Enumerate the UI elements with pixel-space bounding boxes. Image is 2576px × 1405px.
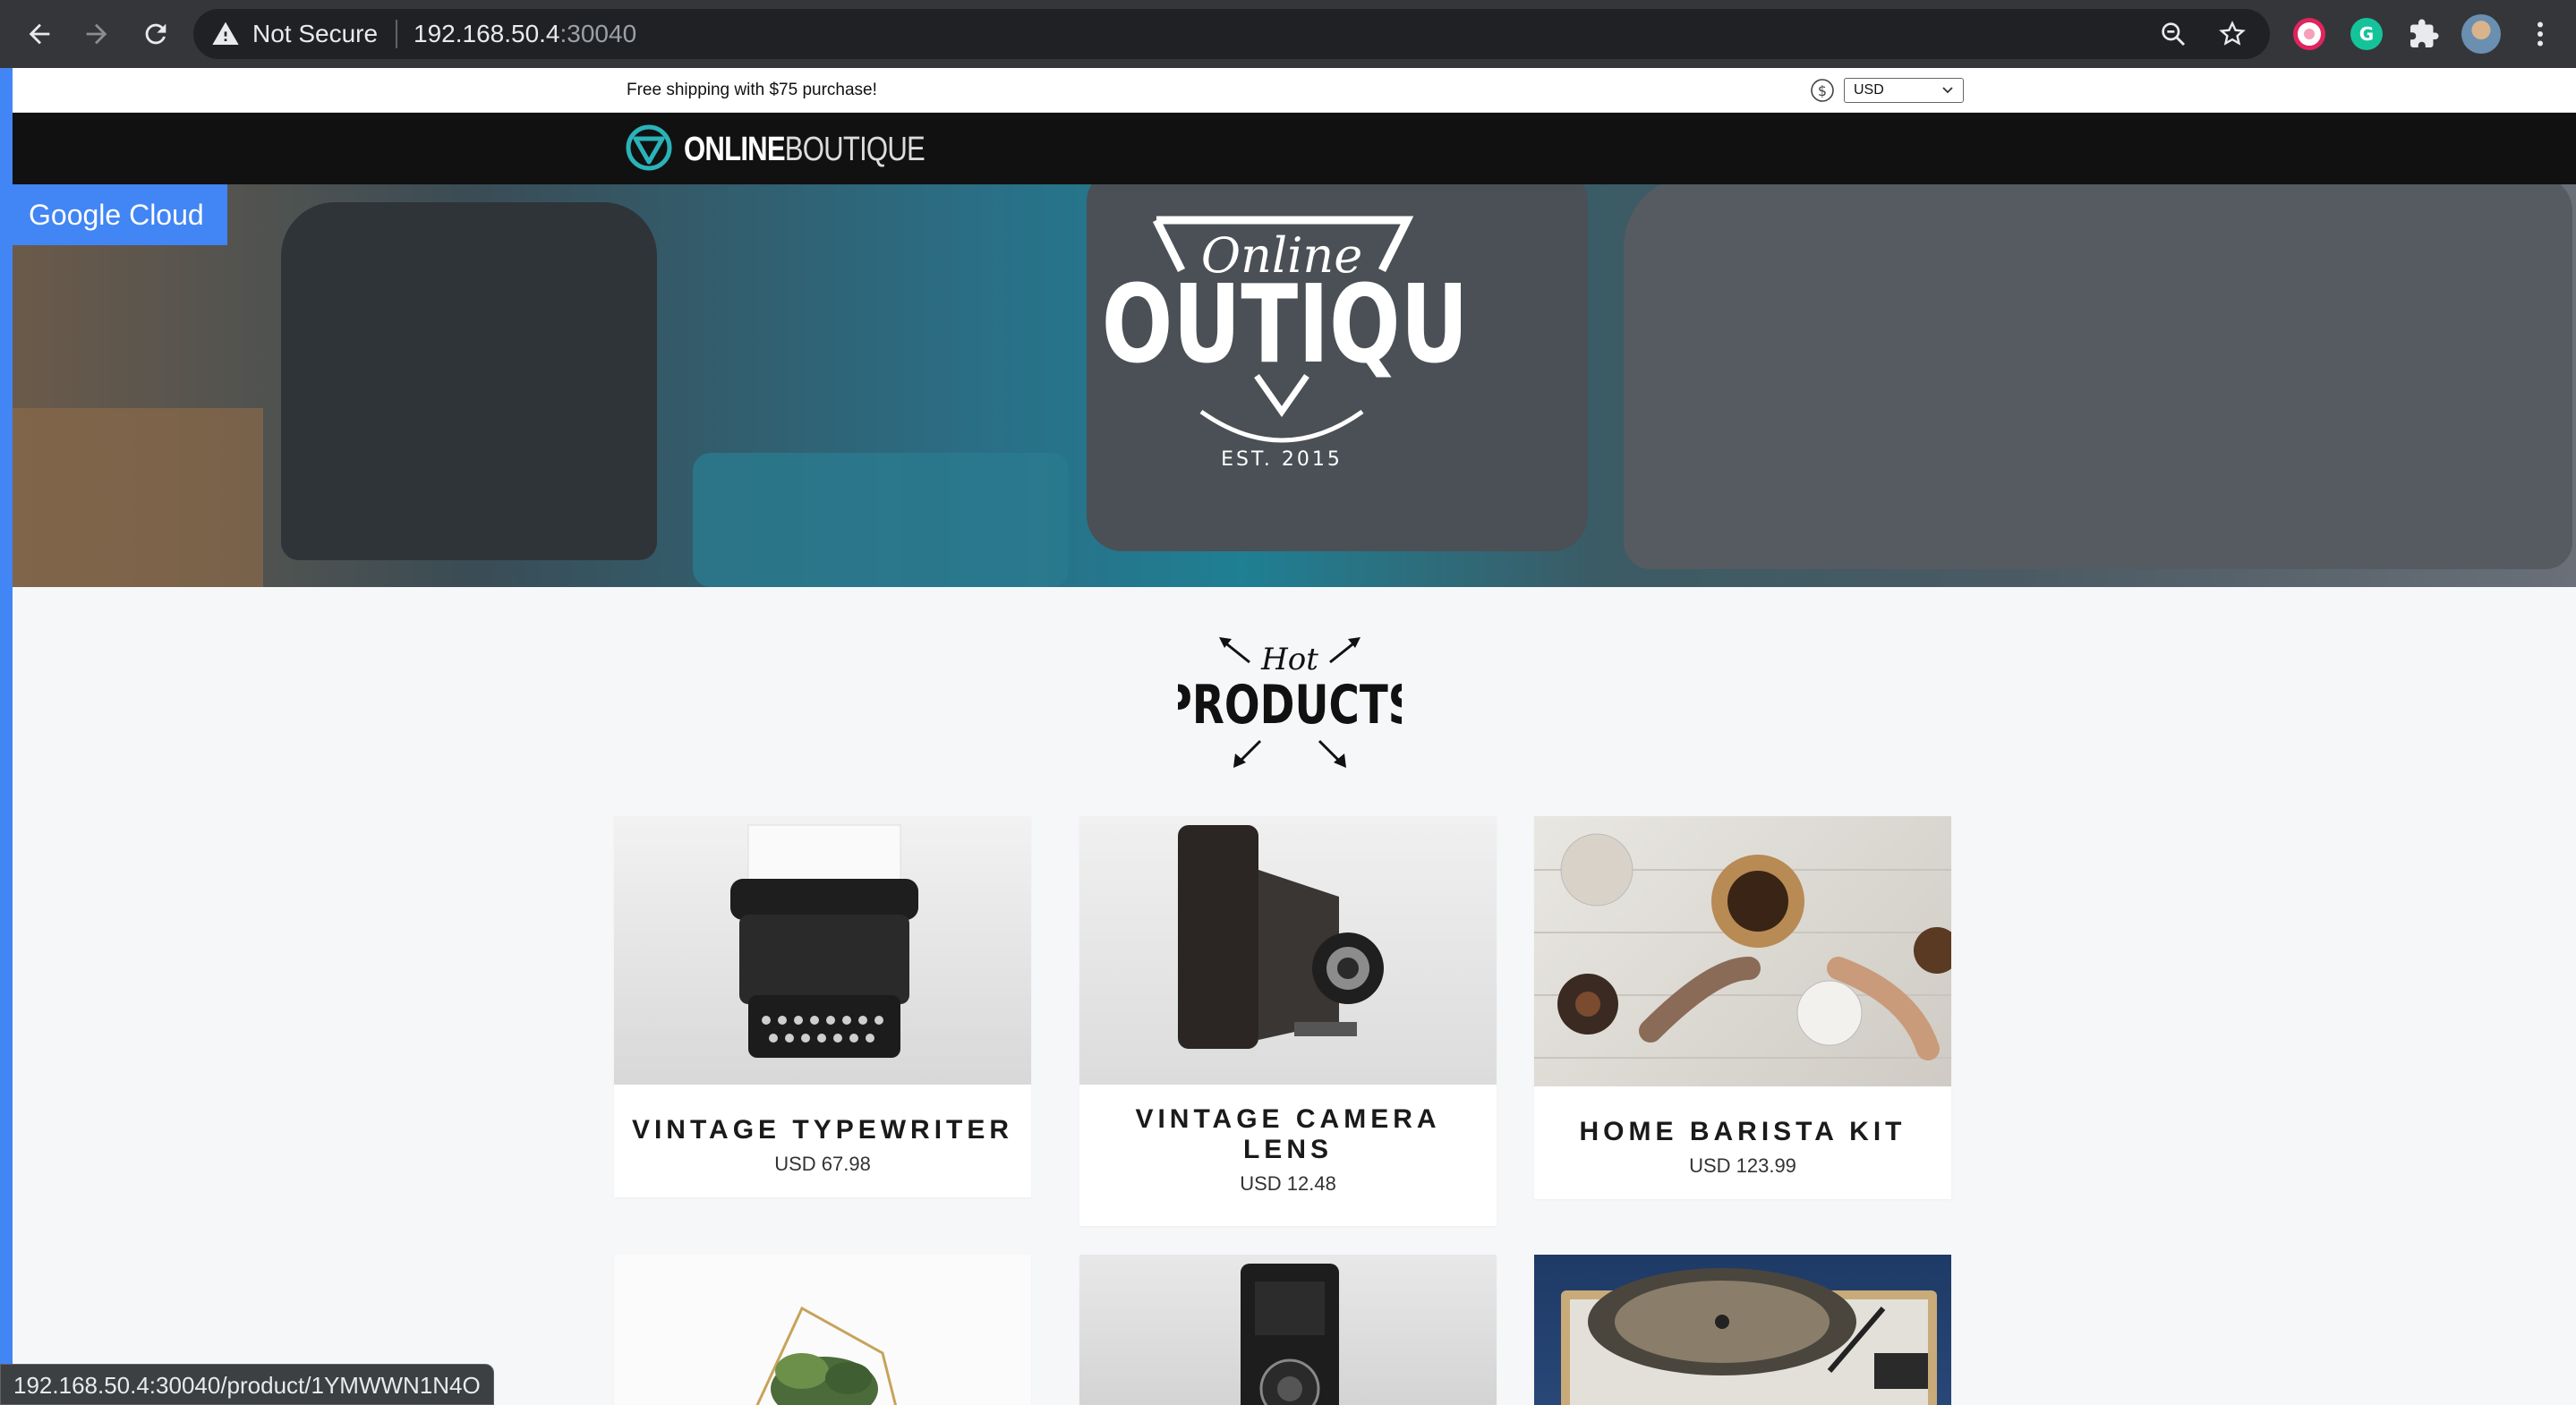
browser-toolbar: Not Secure 192.168.50.4:30040 G	[0, 0, 2576, 68]
hot-products-heading: Hot PRODUCTS	[1178, 637, 1402, 768]
product-card[interactable]: HOME BARISTA KIT USD 123.99	[1534, 816, 1951, 1199]
record-player-image	[1561, 1268, 1937, 1405]
product-image-camera[interactable]	[1079, 816, 1497, 1085]
currency-select[interactable]: USD	[1844, 78, 1964, 103]
product-name[interactable]: VINTAGE TYPEWRITER	[614, 1115, 1031, 1145]
chevron-down-icon	[1942, 87, 1953, 94]
product-price: USD 67.98	[774, 1153, 871, 1175]
grammarly-icon[interactable]: G	[2350, 18, 2383, 50]
product-price: USD 123.99	[1689, 1154, 1796, 1177]
logo-text-light: BOUTIQUE	[784, 131, 925, 168]
terrarium-image	[755, 1306, 898, 1405]
hero-logo-main: BOUTIQUE	[1103, 263, 1461, 387]
zoom-icon[interactable]	[2159, 20, 2188, 48]
dollar-circle-icon: $	[1811, 79, 1834, 102]
url-port: :30040	[559, 20, 637, 47]
product-image-barista-kit[interactable]	[1534, 816, 1951, 1086]
hero-logo-est: EST. 2015	[1221, 448, 1343, 469]
site-header: ONLINEBOUTIQUE	[13, 113, 2576, 184]
product-price: USD 12.48	[1240, 1172, 1336, 1195]
hero-bg-shape	[13, 408, 263, 587]
address-bar[interactable]: Not Secure 192.168.50.4:30040	[193, 9, 2270, 59]
product-image-film-camera[interactable]	[1079, 1255, 1497, 1405]
security-indicator[interactable]: Not Secure	[252, 20, 378, 48]
hero-bg-shape	[693, 453, 1069, 587]
hero-boutique-logo: Online BOUTIQUE EST. 2015	[1103, 216, 1461, 469]
product-name-line1[interactable]: VINTAGE CAMERA	[1079, 1104, 1497, 1135]
products-main-text: PRODUCTS	[1178, 673, 1402, 736]
hot-script-text: Hot	[1260, 642, 1318, 677]
warning-icon	[212, 21, 239, 45]
camera-image	[1178, 825, 1384, 1049]
hero-bg-shape	[281, 202, 657, 560]
shipping-banner-text: Free shipping with $75 purchase!	[627, 81, 877, 99]
left-accent-bar	[0, 68, 13, 1405]
link-status-bubble: 192.168.50.4:30040/product/1YMWWN1N4O	[0, 1364, 494, 1405]
product-image-terrarium[interactable]	[614, 1255, 1031, 1405]
profile-avatar[interactable]	[2461, 14, 2501, 54]
product-card[interactable]: VINTAGE CAMERA LENS USD 12.48	[1079, 816, 1497, 1226]
barista-kit-image	[1534, 833, 1951, 1060]
promo-bar: Free shipping with $75 purchase! $ USD	[13, 68, 2576, 113]
product-name[interactable]: HOME BARISTA KIT	[1534, 1117, 1951, 1147]
svg-text:$: $	[1818, 82, 1827, 99]
product-card[interactable]	[1534, 1255, 1951, 1405]
page-viewport: Free shipping with $75 purchase! $ USD O…	[0, 68, 2576, 1405]
url-text[interactable]: 192.168.50.4:30040	[414, 20, 636, 48]
hero-bg-shape	[1624, 184, 2572, 569]
extension-red-icon[interactable]	[2293, 18, 2325, 50]
product-card[interactable]	[1079, 1255, 1497, 1405]
extensions-puzzle-icon[interactable]	[2408, 18, 2440, 50]
url-host: 192.168.50.4	[414, 20, 560, 47]
omnibox-divider	[396, 20, 397, 48]
forward-button[interactable]	[75, 13, 118, 55]
more-vert-icon[interactable]	[2524, 18, 2556, 50]
film-camera-image	[1241, 1264, 1339, 1405]
reload-button[interactable]	[134, 13, 177, 55]
product-card[interactable]: VINTAGE TYPEWRITER USD 67.98	[614, 816, 1031, 1197]
arrow-left-icon	[29, 23, 50, 45]
product-card[interactable]	[614, 1255, 1031, 1405]
typewriter-image	[730, 824, 918, 1058]
product-image-typewriter[interactable]	[614, 816, 1031, 1085]
logo-text-bold: ONLINE	[684, 131, 786, 168]
product-image-record-player[interactable]	[1534, 1255, 1951, 1405]
reload-icon	[145, 23, 166, 45]
arrow-right-icon	[86, 23, 107, 45]
back-button[interactable]	[18, 13, 61, 55]
product-name-line2[interactable]: LENS	[1079, 1135, 1497, 1165]
site-logo-text[interactable]: ONLINEBOUTIQUE	[684, 131, 925, 168]
currency-selected-value: USD	[1854, 82, 1884, 98]
google-cloud-badge[interactable]: Google Cloud	[13, 184, 227, 245]
bookmark-star-icon[interactable]	[2218, 20, 2247, 48]
boutique-logo-icon[interactable]	[625, 123, 673, 172]
